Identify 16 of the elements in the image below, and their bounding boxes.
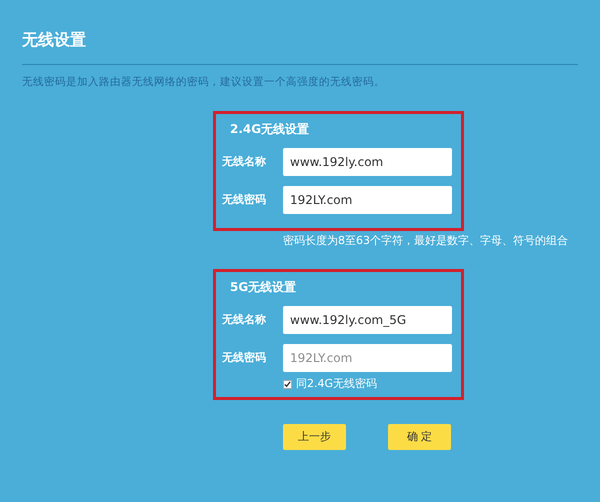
input-field[interactable]: www.192ly.com_5G <box>283 306 452 334</box>
field-label: 无线名称 <box>222 312 267 328</box>
field-label: 无线密码 <box>222 350 267 366</box>
description: 无线密码是加入路由器无线网络的密码，建议设置一个高强度的无线密码。 <box>22 75 386 90</box>
input-field[interactable]: www.192ly.com <box>283 148 452 176</box>
nav-button[interactable]: 上一步 <box>283 424 346 450</box>
nav-button[interactable]: 确 定 <box>388 424 451 450</box>
group-heading: 5G无线设置 <box>230 279 298 296</box>
input-field[interactable]: 192LY.com <box>283 186 452 214</box>
group-heading: 2.4G无线设置 <box>230 120 310 138</box>
checkbox[interactable] <box>283 380 292 389</box>
checkbox-label: 同2.4G无线密码 <box>296 376 378 392</box>
field-label: 无线名称 <box>222 154 267 170</box>
field-label: 无线密码 <box>222 192 267 208</box>
page-title: 无线设置 <box>22 30 86 49</box>
hint-text: 密码长度为8至63个字符，最好是数字、字母、符号的组合 <box>283 232 569 249</box>
